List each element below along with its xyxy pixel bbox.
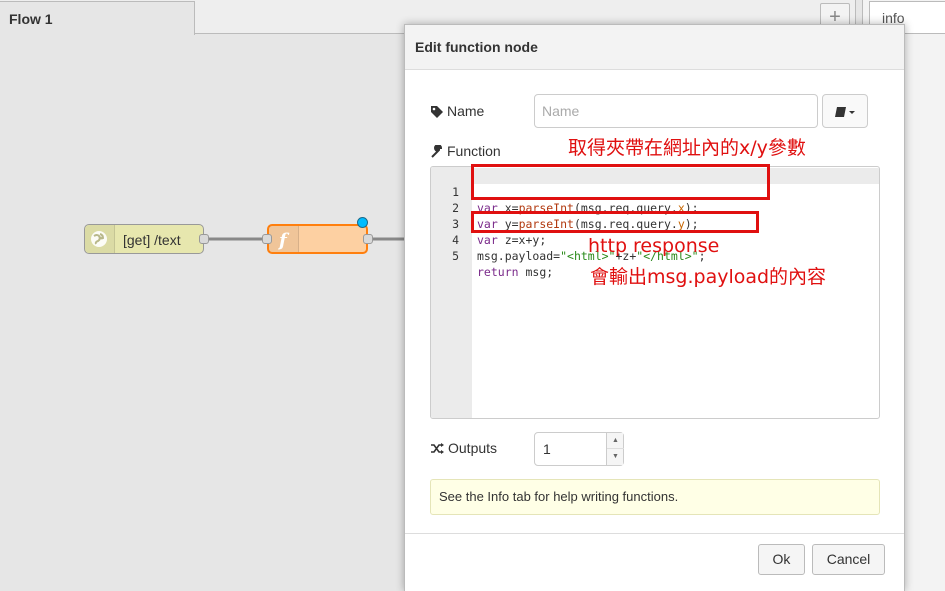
shuffle-icon [431, 443, 444, 454]
code-keyword: return [477, 265, 519, 279]
line-number: 5 [452, 249, 459, 263]
outputs-label: Outputs [448, 440, 498, 456]
function-label-row: Function [430, 143, 501, 159]
library-menu-button[interactable] [822, 94, 868, 128]
function-node[interactable]: f [267, 224, 368, 254]
help-tip: See the Info tab for help writing functi… [430, 479, 880, 515]
code-text: msg.payload= [477, 249, 561, 263]
code-text: msg; [518, 265, 554, 279]
annotation-box-payload [471, 211, 759, 233]
outputs-label-row: Outputs [430, 440, 497, 456]
name-input[interactable] [534, 94, 818, 128]
changed-indicator-dot [357, 217, 368, 228]
node-icon-area [85, 225, 115, 253]
tag-icon [431, 106, 443, 118]
dialog-header: Edit function node [405, 25, 904, 70]
annotation-response-note-1: http response [588, 235, 720, 257]
svg-text:f: f [277, 230, 290, 251]
globe-icon [91, 231, 107, 247]
annotation-query-note: 取得夾帶在網址內的x/y參數 [568, 137, 806, 159]
cancel-button[interactable]: Cancel [812, 544, 885, 575]
ok-button[interactable]: Ok [758, 544, 805, 575]
name-label-row: Name [430, 103, 484, 119]
dialog-title: Edit function node [415, 39, 538, 55]
code-editor[interactable]: 1 var x=parseInt(msg.req.query.x); 2 var… [430, 166, 880, 419]
http-in-node[interactable]: [get] /text [84, 224, 204, 254]
output-port[interactable] [199, 234, 209, 244]
http-in-node-label: [get] /text [123, 232, 181, 248]
spinner-down-icon[interactable]: ▼ [607, 449, 624, 465]
book-icon [835, 107, 855, 117]
spinner-up-icon[interactable]: ▲ [607, 433, 624, 449]
input-port[interactable] [262, 234, 272, 244]
function-icon: f [277, 230, 290, 251]
name-label: Name [447, 103, 485, 119]
outputs-spinner: ▲ ▼ [606, 433, 624, 465]
annotation-response-note-2: 會輸出msg.payload的內容 [590, 266, 827, 288]
output-port[interactable] [363, 234, 373, 244]
edit-function-dialog: Edit function node Name Function 1 var x… [404, 24, 905, 591]
node-icon-area: f [269, 226, 299, 252]
wrench-icon [431, 144, 443, 158]
annotation-box-query [471, 164, 770, 200]
function-label: Function [447, 143, 501, 159]
